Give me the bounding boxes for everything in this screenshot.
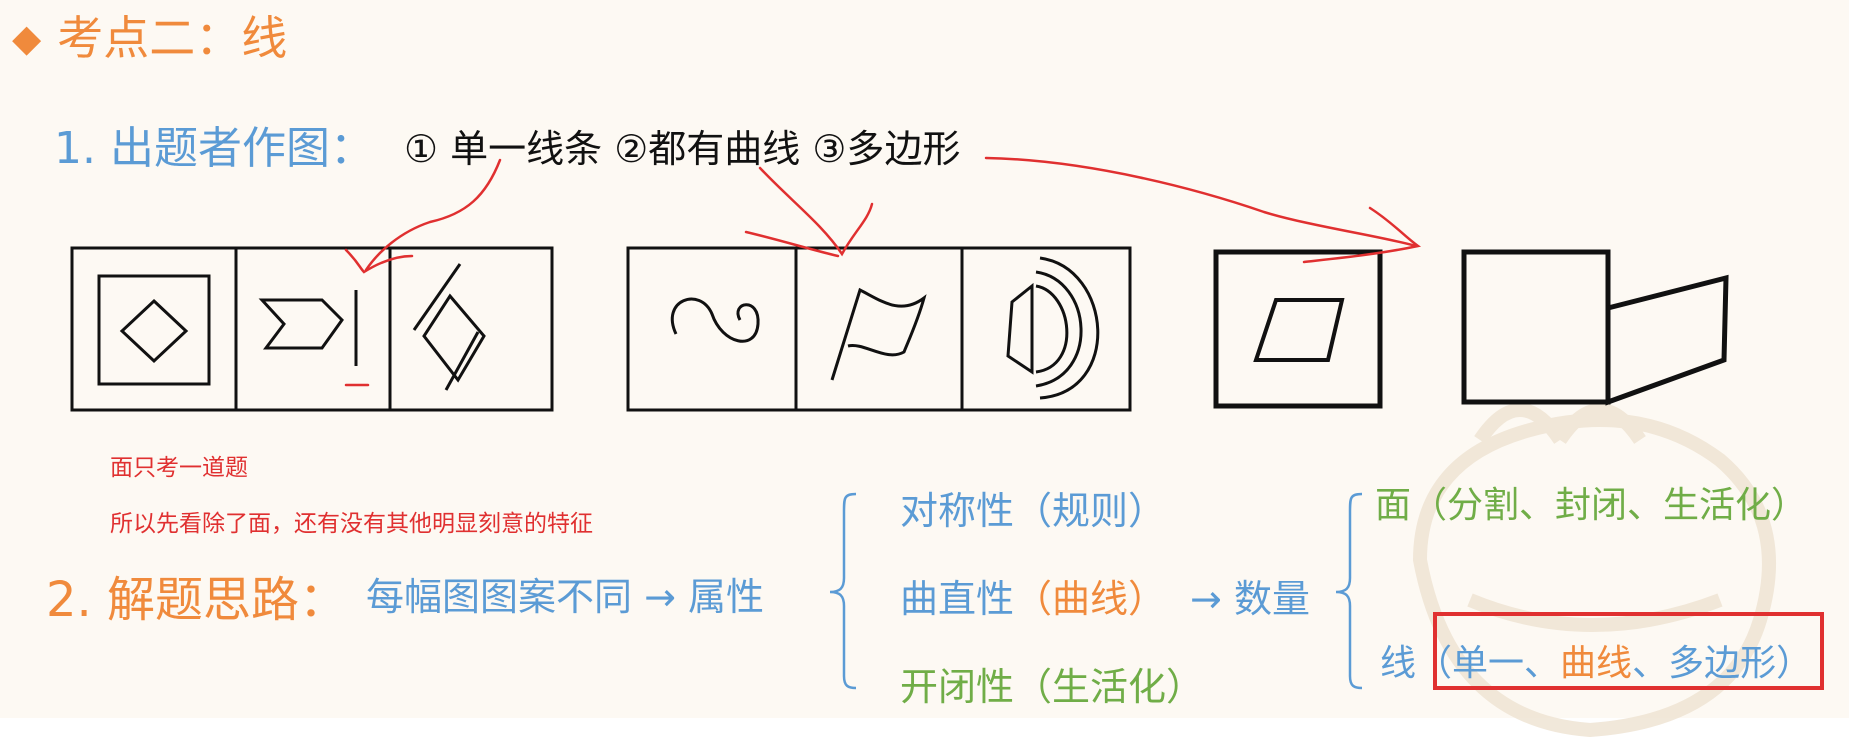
right-brace-icon <box>1335 492 1363 690</box>
highlight-box <box>1433 612 1824 690</box>
attr-symmetry: 对称性（规则） <box>900 489 1167 533</box>
attr-closure: 开闭性（生活化） <box>900 665 1205 709</box>
surface-item: 面（分割、封闭、生活化） <box>1375 485 1808 526</box>
quantity-row: → 数量 <box>1190 568 1310 623</box>
attr-curvature: 曲直性（曲线） <box>900 577 1167 621</box>
left-brace-icon <box>829 492 857 690</box>
quantity-text: 数量 <box>1233 577 1310 621</box>
arrow-right-icon: → <box>1190 577 1222 621</box>
